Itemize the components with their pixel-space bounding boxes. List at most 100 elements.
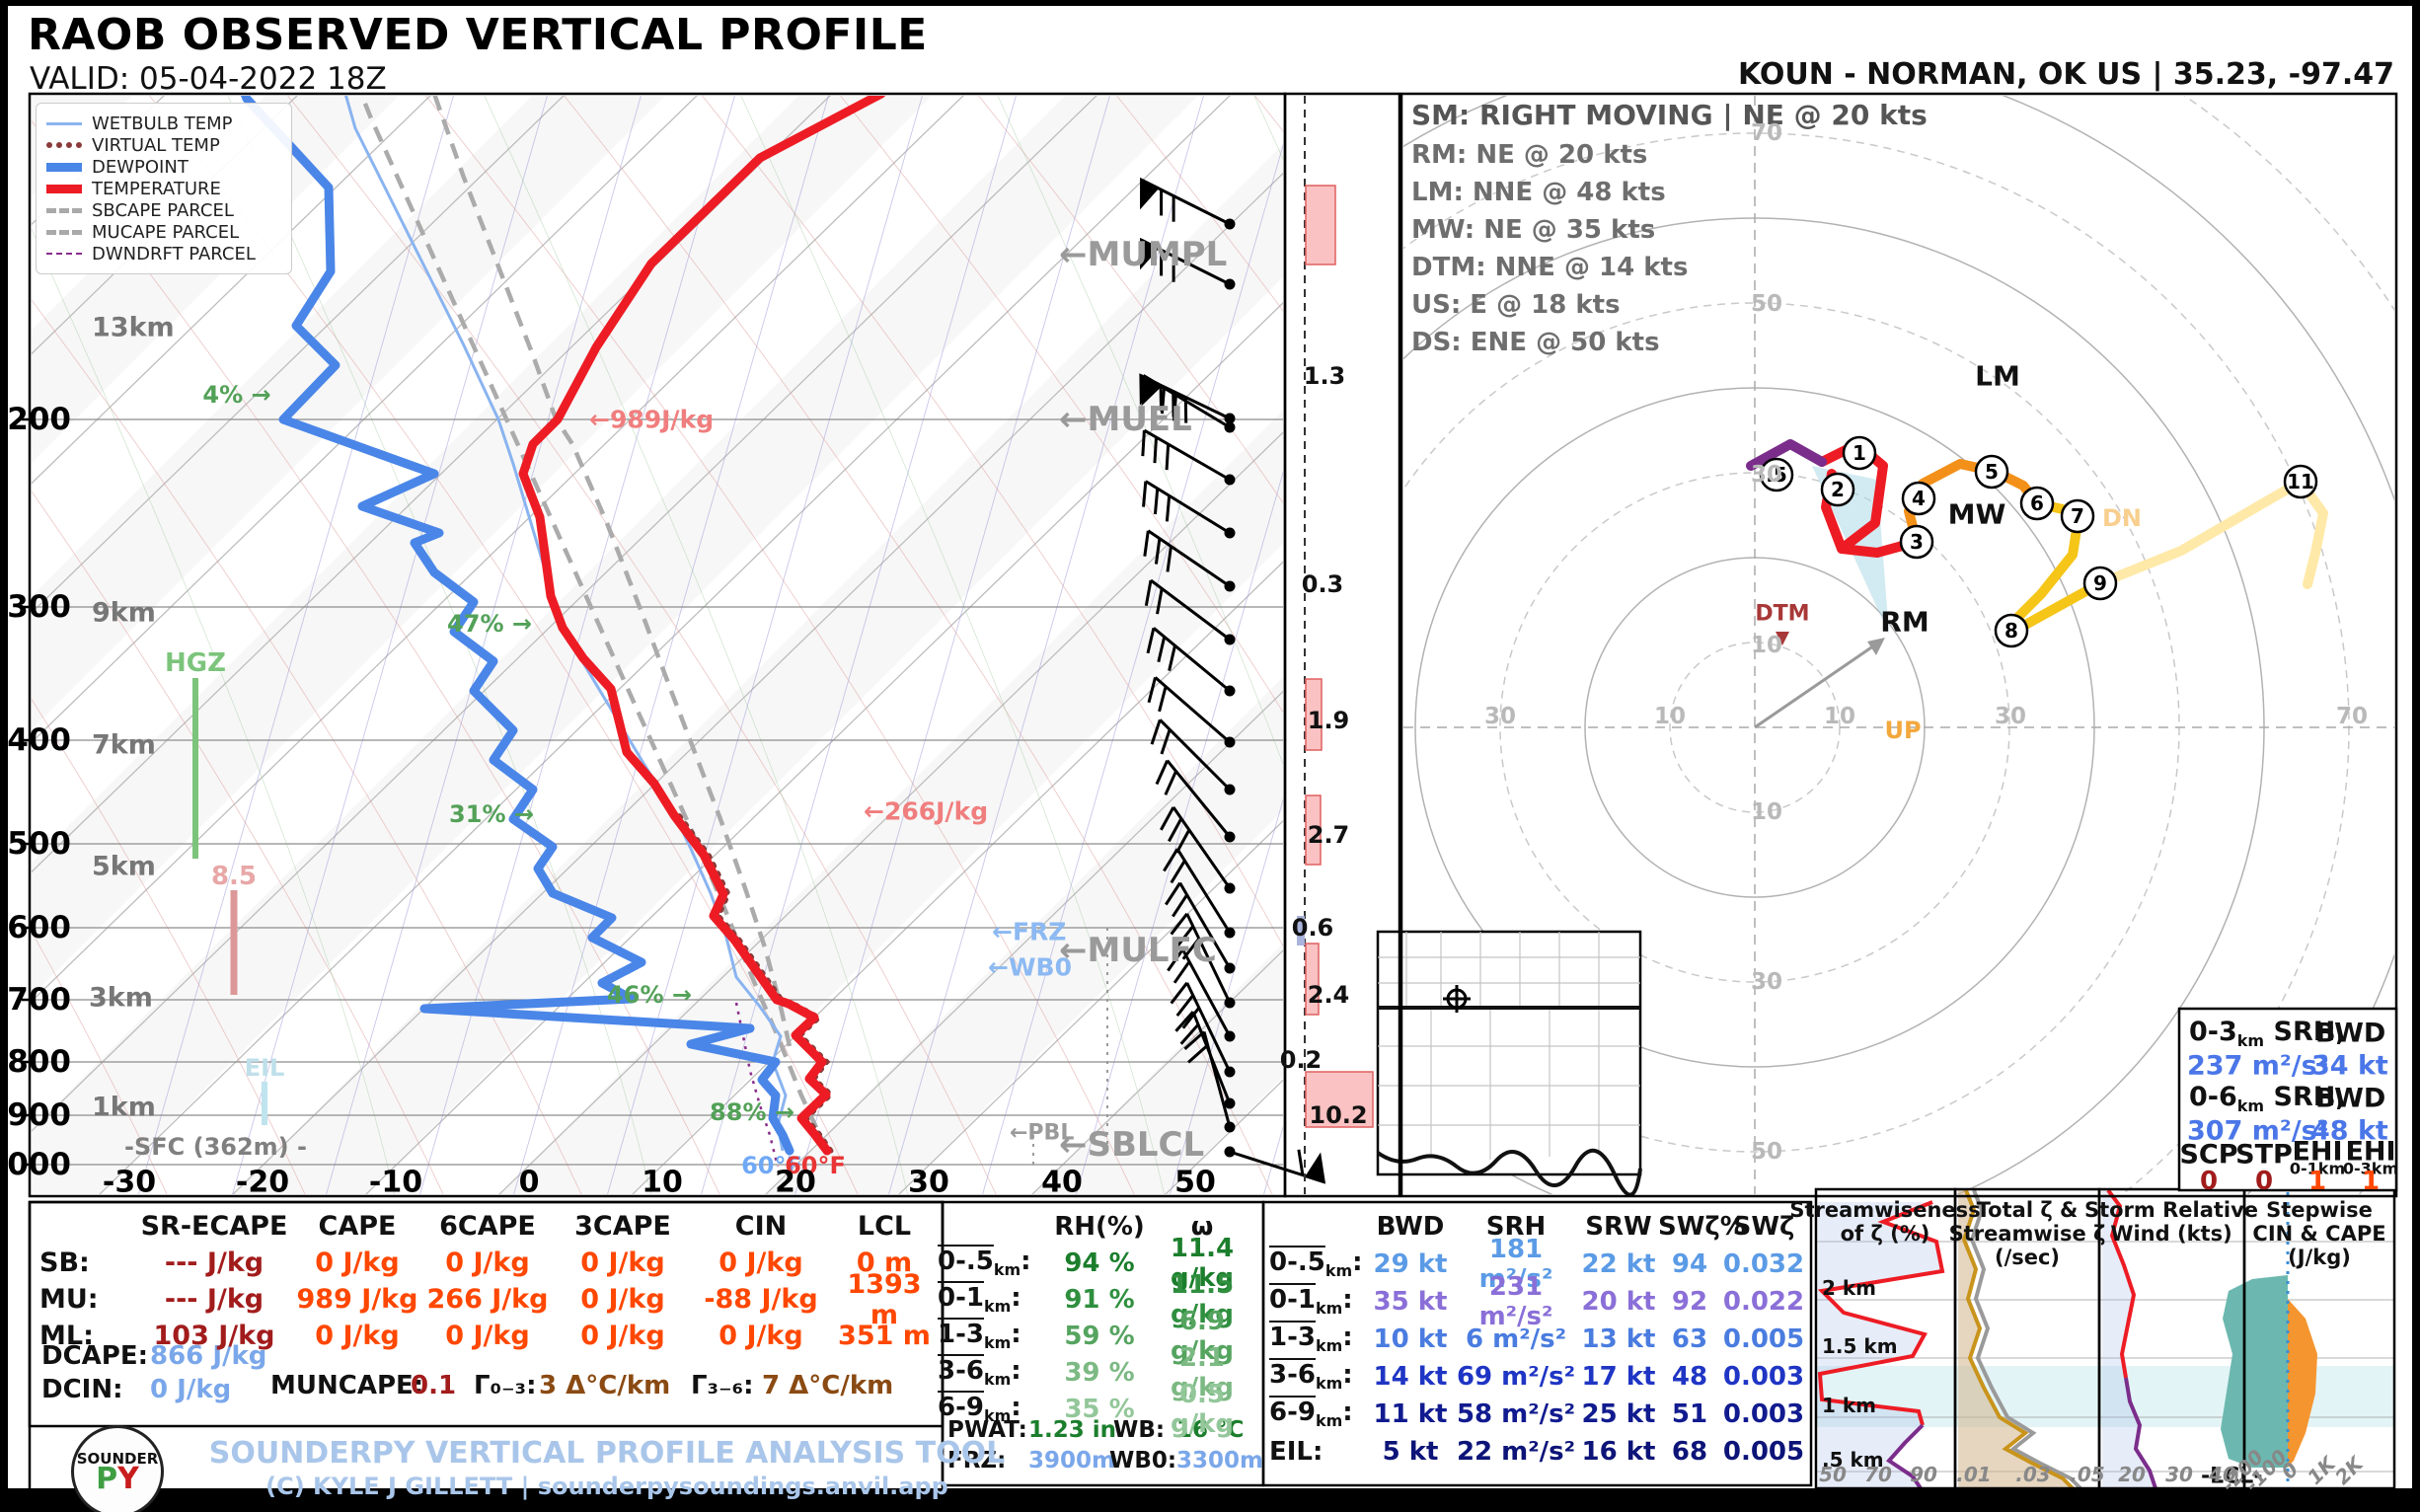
pbl-label: ←PBL	[1010, 1121, 1074, 1146]
stepwise-cin-fill	[2221, 1275, 2288, 1468]
moisture-table-cell: 91 %	[1052, 1285, 1147, 1315]
legend-label: SBCAPE PARCEL	[92, 200, 234, 221]
scp-header: SCP	[2179, 1140, 2237, 1171]
muncape-value: 0.1	[411, 1371, 456, 1400]
rm-marker-label: RM	[1880, 606, 1928, 639]
rh-annotation-46: 46% →	[607, 981, 692, 1009]
dcin-label: DCIN:	[41, 1375, 123, 1404]
kinematics-table-cell: 51	[1658, 1399, 1721, 1429]
storm-motion-arrowhead	[1867, 638, 1885, 655]
thermo-table-cell: 989 J/kg	[292, 1284, 422, 1315]
virtual-temp-line-icon	[46, 142, 82, 148]
srh3-value: 237 m²/s²	[2187, 1051, 2328, 1082]
legend-item: DWNDRFT PARCEL	[46, 244, 281, 264]
kinematics-table-cell: SRW	[1579, 1212, 1658, 1242]
panel4-title: StepwiseCIN & CAPE(J/kg)	[2252, 1198, 2385, 1269]
thermo-table-cell: 0 J/kg	[292, 1321, 422, 1351]
kinematics-table-cell: 22 m²/s²	[1453, 1437, 1579, 1467]
histogram-value-7: 10.2	[1309, 1101, 1367, 1129]
kinematics-table-cell: 0-.5km:	[1269, 1247, 1368, 1280]
kinematics-table-cell: 0.003	[1721, 1399, 1806, 1429]
moisture-table-cell: 39 %	[1052, 1358, 1147, 1388]
moisture-table-cell: RH(%)	[1052, 1212, 1147, 1242]
hgz-label: HGZ	[165, 648, 226, 678]
ds-motion: DS: ENE @ 50 kts	[1411, 328, 1660, 357]
kinematics-table-cell: 0.003	[1721, 1362, 1806, 1392]
thermo-table-cell: 0 J/kg	[292, 1247, 422, 1278]
thermo-table-cell: SB:	[39, 1247, 136, 1278]
hodograph-ring-label-9: 10	[1824, 704, 1855, 729]
footer-line1: SOUNDERPY VERTICAL PROFILE ANALYSIS TOOL	[209, 1436, 1006, 1471]
svg-text:2: 2	[1831, 478, 1845, 501]
hodograph-ring-label-1: 50	[1751, 291, 1782, 317]
surface-label: -SFC (362m) -	[124, 1133, 307, 1161]
bwd3-header: BWD	[2315, 1019, 2385, 1049]
thermo-table: SR-ECAPECAPE6CAPE3CAPECINLCLSB:--- J/kg0…	[39, 1208, 900, 1354]
dtm-motion: DTM: NNE @ 14 kts	[1411, 253, 1688, 282]
hodograph-ring-label-5: 30	[1751, 969, 1782, 995]
pressure-label-5: 700	[7, 982, 71, 1018]
pressure-label-1: 300	[7, 589, 71, 625]
kinematics-table-cell: 14 kt	[1368, 1362, 1453, 1392]
bwd6-header: BWD	[2315, 1084, 2385, 1114]
kinematics-table-cell: 1-3km:	[1269, 1323, 1368, 1355]
height-label-4: 3km	[89, 983, 153, 1014]
kinematics-table-cell: 5 kt	[1368, 1437, 1453, 1467]
kinematics-table-cell: 48	[1658, 1362, 1721, 1392]
kinematics-table-cell: 58 m²/s²	[1453, 1399, 1579, 1429]
legend-item: SBCAPE PARCEL	[46, 200, 281, 220]
thermo-table-cell: 0 J/kg	[693, 1247, 829, 1278]
hodograph-ring-label-7: 30	[1484, 704, 1516, 729]
gamma36-value: 7 Δ°C/km	[762, 1371, 893, 1400]
kinematics-table-cell: BWD	[1368, 1212, 1453, 1242]
panel1-xtick-2: 90	[1910, 1463, 1937, 1486]
thermo-table-cell: 0 J/kg	[693, 1321, 829, 1351]
legend-item: MUCAPE PARCEL	[46, 222, 281, 242]
svg-text:11: 11	[2287, 470, 2314, 493]
histogram-value-1: 0.3	[1302, 570, 1344, 598]
hodograph-ring-label-11: 70	[2336, 704, 2368, 729]
footer-line2: (C) KYLE J GILLETT | sounderpysoundings.…	[265, 1473, 948, 1500]
thermo-table-cell: 0 J/kg	[553, 1284, 693, 1315]
kinematics-table-cell: 0.032	[1721, 1249, 1806, 1279]
kinematics-table-cell: 0.022	[1721, 1287, 1806, 1317]
temp-tick-label-2: -10	[369, 1166, 422, 1200]
height-label-5: 1km	[92, 1093, 156, 1123]
temp-tick-label-7: 40	[1041, 1166, 1083, 1200]
kinematics-table-cell: 35 kt	[1368, 1287, 1453, 1317]
panel2-xtick-2: .05	[2070, 1463, 2104, 1486]
thermo-table-cell: MU:	[39, 1284, 136, 1315]
mulfc-label: ←MULFC	[1059, 931, 1217, 970]
kinematics-table-cell: 13 kt	[1579, 1324, 1658, 1354]
legend-label: VIRTUAL TEMP	[92, 135, 220, 156]
kinematics-table-cell: 3-6km:	[1269, 1360, 1368, 1393]
temp-tick-label-1: -20	[236, 1166, 289, 1200]
moisture-table-cell: 0-1km:	[938, 1283, 1052, 1316]
hodograph-ring-label-3: 10	[1751, 633, 1782, 658]
kinematics-table-cell: 92	[1658, 1287, 1721, 1317]
legend-label: DEWPOINT	[92, 157, 189, 178]
storm-motion-headline: SM: RIGHT MOVING | NE @ 20 kts	[1411, 99, 1928, 131]
thermo-table-cell: 3CAPE	[553, 1211, 693, 1242]
legend-label: TEMPERATURE	[92, 179, 221, 199]
moisture-table-cell: 1-3km:	[938, 1320, 1052, 1352]
svg-text:6: 6	[2030, 491, 2044, 515]
kinematics-table-cell: 25 kt	[1579, 1399, 1658, 1429]
temp-tick-label-4: 10	[642, 1166, 683, 1200]
gamma36-label: Γ₃₋₆:	[691, 1371, 753, 1400]
bwd3-value: 34 kt	[2311, 1051, 2388, 1082]
svg-text:9: 9	[2093, 571, 2107, 595]
panel1-km-label-0: 2 km	[1822, 1276, 1876, 1300]
kinematics-table-cell: 0.005	[1721, 1324, 1806, 1354]
rm-motion: RM: NE @ 20 kts	[1411, 140, 1647, 170]
height-label-3: 5km	[92, 852, 156, 882]
gamma03-label: Γ₀₋₃:	[474, 1371, 536, 1400]
height-label-0: 13km	[92, 313, 175, 343]
dcin-value: 0 J/kg	[150, 1375, 231, 1404]
panel1-km-label-2: 1 km	[1822, 1394, 1876, 1417]
kinematics-table-cell: SWζ%	[1658, 1212, 1721, 1242]
panel2-title: Total ζ &Streamwise ζ(/sec)	[1949, 1198, 2106, 1269]
panel3-xtick-0: 20	[2118, 1463, 2146, 1486]
panel2-xtick-0: .01	[1956, 1463, 1991, 1486]
muncape-label: MUNCAPE:	[270, 1371, 423, 1400]
